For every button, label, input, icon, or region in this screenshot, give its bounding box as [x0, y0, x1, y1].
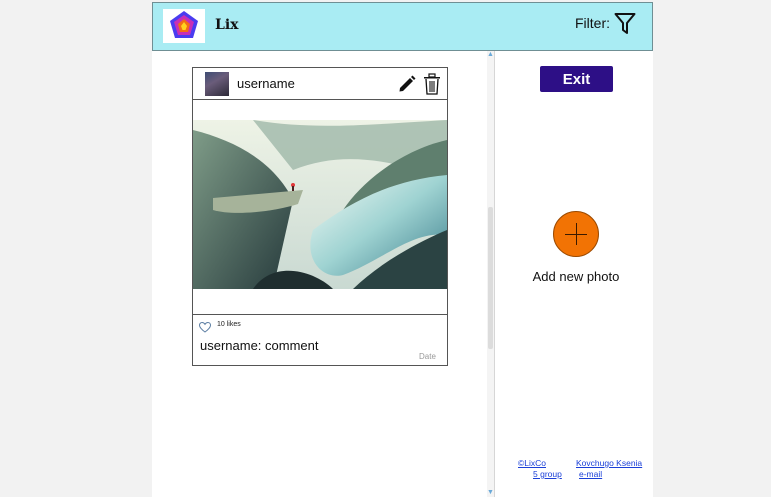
heart-icon[interactable] [198, 320, 212, 333]
scroll-down-arrow-icon[interactable]: ▼ [487, 489, 494, 497]
filter-label: Filter: [575, 15, 610, 31]
author-link[interactable]: Kovchugo Ksenia [576, 458, 642, 468]
likes-count: 10 likes [217, 321, 241, 328]
trash-icon[interactable] [423, 73, 441, 95]
filter-funnel-icon[interactable] [614, 12, 636, 36]
app-window: Lix Filter: username 10 likes username: … [152, 2, 653, 497]
copyright-link[interactable]: ©LixCo [518, 458, 546, 468]
feed-scrollbar[interactable]: ▲ ▼ [487, 51, 494, 497]
photo-feed: username 10 likes username: comment Date… [152, 51, 494, 497]
group-link[interactable]: 5 group [533, 469, 562, 479]
app-title: Lix [215, 17, 239, 33]
scroll-up-arrow-icon[interactable]: ▲ [487, 51, 494, 59]
exit-button[interactable]: Exit [540, 66, 613, 92]
plus-icon-horizontal [565, 234, 587, 235]
scroll-thumb[interactable] [488, 207, 493, 349]
add-photo-button[interactable] [553, 211, 599, 257]
post-header: username [193, 68, 447, 100]
post-card: username 10 likes username: comment Date [192, 67, 448, 366]
post-comment: username: comment [200, 338, 319, 353]
post-photo[interactable] [193, 120, 447, 289]
avatar[interactable] [205, 72, 229, 96]
side-panel: Exit Add new photo ©LixCo Kovchugo Kseni… [495, 51, 653, 497]
top-header: Lix Filter: [152, 2, 653, 51]
lix-logo-icon[interactable] [163, 9, 205, 43]
post-footer-divider [193, 314, 447, 315]
pencil-edit-icon[interactable] [397, 74, 417, 94]
post-date: Date [419, 352, 436, 361]
email-link[interactable]: e-mail [579, 469, 602, 479]
add-photo-label: Add new photo [532, 269, 620, 284]
post-username[interactable]: username [237, 76, 295, 91]
